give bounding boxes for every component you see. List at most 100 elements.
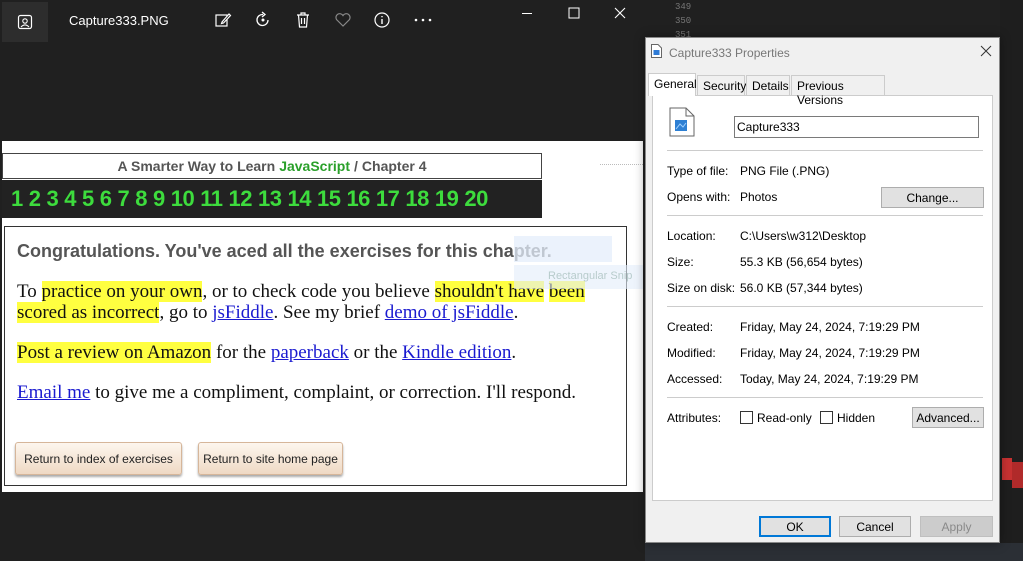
photos-app-icon[interactable] [2, 2, 48, 42]
size-value: 55.3 KB (56,654 bytes) [740, 255, 863, 269]
accessed-value: Today, May 24, 2024, 7:19:29 PM [740, 372, 919, 386]
tab-security[interactable]: Security [697, 75, 746, 95]
minimize-icon[interactable] [516, 4, 538, 22]
hidden-checkbox[interactable] [820, 411, 833, 424]
exercise-number: 12 [228, 186, 253, 211]
size-label: Size: [667, 255, 694, 269]
header-prefix: A Smarter Way to Learn [117, 158, 276, 174]
edit-image-icon[interactable] [212, 10, 234, 30]
exercise-number-bar: 1 2 3 4 5 6 7 8 9 10 11 12 13 14 15 16 1… [2, 180, 542, 218]
general-panel: Capture333 Type of file: PNG File (.PNG)… [652, 95, 993, 501]
header-chapter: Chapter 4 [361, 158, 427, 174]
text: to give me a compliment, complaint, or c… [90, 382, 577, 403]
readonly-label: Read-only [757, 411, 812, 425]
cancel-button[interactable]: Cancel [839, 516, 911, 537]
accessed-label: Accessed: [667, 372, 723, 386]
delete-icon[interactable] [292, 10, 314, 30]
viewer-file-title: Capture333.PNG [69, 13, 169, 28]
taskbar-fragment [1012, 462, 1023, 488]
demo-jsfiddle-link[interactable]: demo of jsFiddle [385, 302, 514, 323]
apply-button[interactable]: Apply [920, 516, 993, 537]
change-button[interactable]: Change... [881, 187, 984, 208]
code-line: 349 [675, 2, 692, 12]
background-code-lines: 349 350 351 [675, 0, 691, 42]
kindle-edition-link[interactable]: Kindle edition [402, 342, 511, 363]
hidden-label: Hidden [837, 411, 876, 425]
paperback-link[interactable]: paperback [271, 342, 349, 363]
book-header: A Smarter Way to Learn JavaScript / Chap… [2, 153, 542, 179]
desktop-bottom-strip [645, 543, 1023, 561]
exercise-number: 2 [28, 186, 41, 211]
exercise-number: 17 [375, 186, 400, 211]
exercise-number: 7 [117, 186, 130, 211]
viewer-title-bar: Capture333.PNG [0, 0, 645, 42]
readonly-checkbox[interactable] [740, 411, 753, 424]
exercise-number: 5 [82, 186, 94, 211]
maximize-icon[interactable] [563, 4, 585, 22]
ok-button[interactable]: OK [759, 516, 831, 537]
exercise-number: 1 [11, 186, 23, 211]
type-value: PNG File (.PNG) [740, 164, 830, 178]
info-icon[interactable] [371, 10, 393, 30]
displayed-image: A Smarter Way to Learn JavaScript / Chap… [2, 141, 643, 492]
location-label: Location: [667, 229, 716, 243]
text: . [511, 342, 517, 363]
header-separator: / [354, 158, 358, 174]
exercise-number: 6 [99, 186, 112, 211]
rotate-icon[interactable] [252, 10, 274, 30]
text: , or to check code you believe [202, 281, 435, 302]
text: To [17, 281, 42, 302]
photos-viewer-window: Capture333.PNG A Smarter Way to Learn Ja… [0, 0, 645, 561]
exercise-number: 11 [200, 186, 223, 211]
snip-overlay [514, 236, 612, 262]
text: or the [348, 342, 403, 363]
separator [667, 306, 983, 307]
dialog-close-icon[interactable] [979, 44, 993, 58]
exercise-number: 18 [405, 186, 429, 211]
dotted-divider [600, 164, 643, 165]
exercise-number: 14 [287, 186, 311, 211]
separator [667, 397, 983, 398]
created-value: Friday, May 24, 2024, 7:19:29 PM [740, 320, 920, 334]
more-icon[interactable] [412, 10, 434, 30]
png-file-icon [669, 107, 695, 137]
opens-with-value: Photos [740, 190, 778, 204]
text: . See my brief [273, 302, 385, 323]
exercise-number: 19 [434, 186, 459, 211]
email-paragraph: Email me to give me a compliment, compla… [17, 382, 577, 403]
taskbar-fragment [1002, 458, 1012, 480]
exercise-number: 15 [316, 186, 341, 211]
exercise-number: 16 [346, 186, 370, 211]
exercise-number: 10 [170, 186, 195, 211]
modified-label: Modified: [667, 346, 716, 360]
review-paragraph: Post a review on Amazon for the paperbac… [17, 342, 617, 363]
exercise-number: 20 [464, 186, 488, 211]
jsfiddle-link[interactable]: jsFiddle [212, 302, 273, 323]
advanced-button[interactable]: Advanced... [912, 407, 984, 428]
file-icon [651, 44, 662, 58]
opens-with-label: Opens with: [667, 190, 731, 204]
type-label: Type of file: [667, 164, 729, 178]
highlight: Post a review on Amazon [17, 342, 212, 363]
tab-details[interactable]: Details [746, 75, 790, 95]
return-index-button[interactable]: Return to index of exercises [15, 442, 182, 475]
tab-previous-versions[interactable]: Previous Versions [791, 75, 885, 107]
close-icon[interactable] [609, 4, 631, 22]
exercise-number: 8 [135, 186, 147, 211]
exercise-number: 3 [46, 186, 59, 211]
filename-input[interactable]: Capture333 [734, 116, 979, 138]
favorite-icon[interactable] [332, 10, 354, 30]
tab-general[interactable]: General [648, 73, 697, 96]
header-javascript: JavaScript [279, 158, 351, 174]
desktop-background [1000, 0, 1023, 561]
size-on-disk-value: 56.0 KB (57,344 bytes) [740, 281, 863, 295]
return-home-button[interactable]: Return to site home page [198, 442, 343, 475]
attributes-label: Attributes: [667, 411, 722, 425]
exercise-number: 4 [64, 186, 76, 211]
congrats-heading: Congratulations. You've aced all the exe… [17, 241, 552, 261]
email-me-link[interactable]: Email me [17, 382, 90, 403]
modified-value: Friday, May 24, 2024, 7:19:29 PM [740, 346, 920, 360]
dialog-title: Capture333 Properties [669, 46, 790, 60]
text: , go to [159, 302, 213, 323]
snip-overlay-label: Rectangular Snip [514, 265, 643, 289]
